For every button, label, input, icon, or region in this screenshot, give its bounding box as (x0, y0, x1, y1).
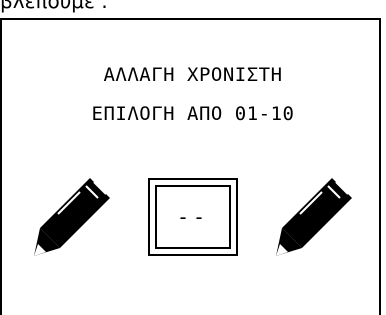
screen-title: ΑΛΛΑΓΗ ΧΡΟΝΙΣΤΗ (103, 64, 283, 86)
pencil-icon[interactable] (270, 170, 360, 260)
pencil-icon[interactable] (28, 170, 118, 260)
intro-text: βλέπουμε : (0, 0, 108, 13)
screen-instruction: ΕΠΙΛΟΓΗ ΑΠΟ 01-10 (91, 103, 295, 125)
value-box[interactable]: -- (148, 178, 238, 256)
page: βλέπουμε : ΑΛΛΑΓΗ ΧΡΟΝΙΣΤΗ ΕΠΙΛΟΓΗ ΑΠΟ 0… (0, 0, 386, 315)
value-display: -- (155, 185, 231, 249)
display-screen (0, 18, 381, 315)
